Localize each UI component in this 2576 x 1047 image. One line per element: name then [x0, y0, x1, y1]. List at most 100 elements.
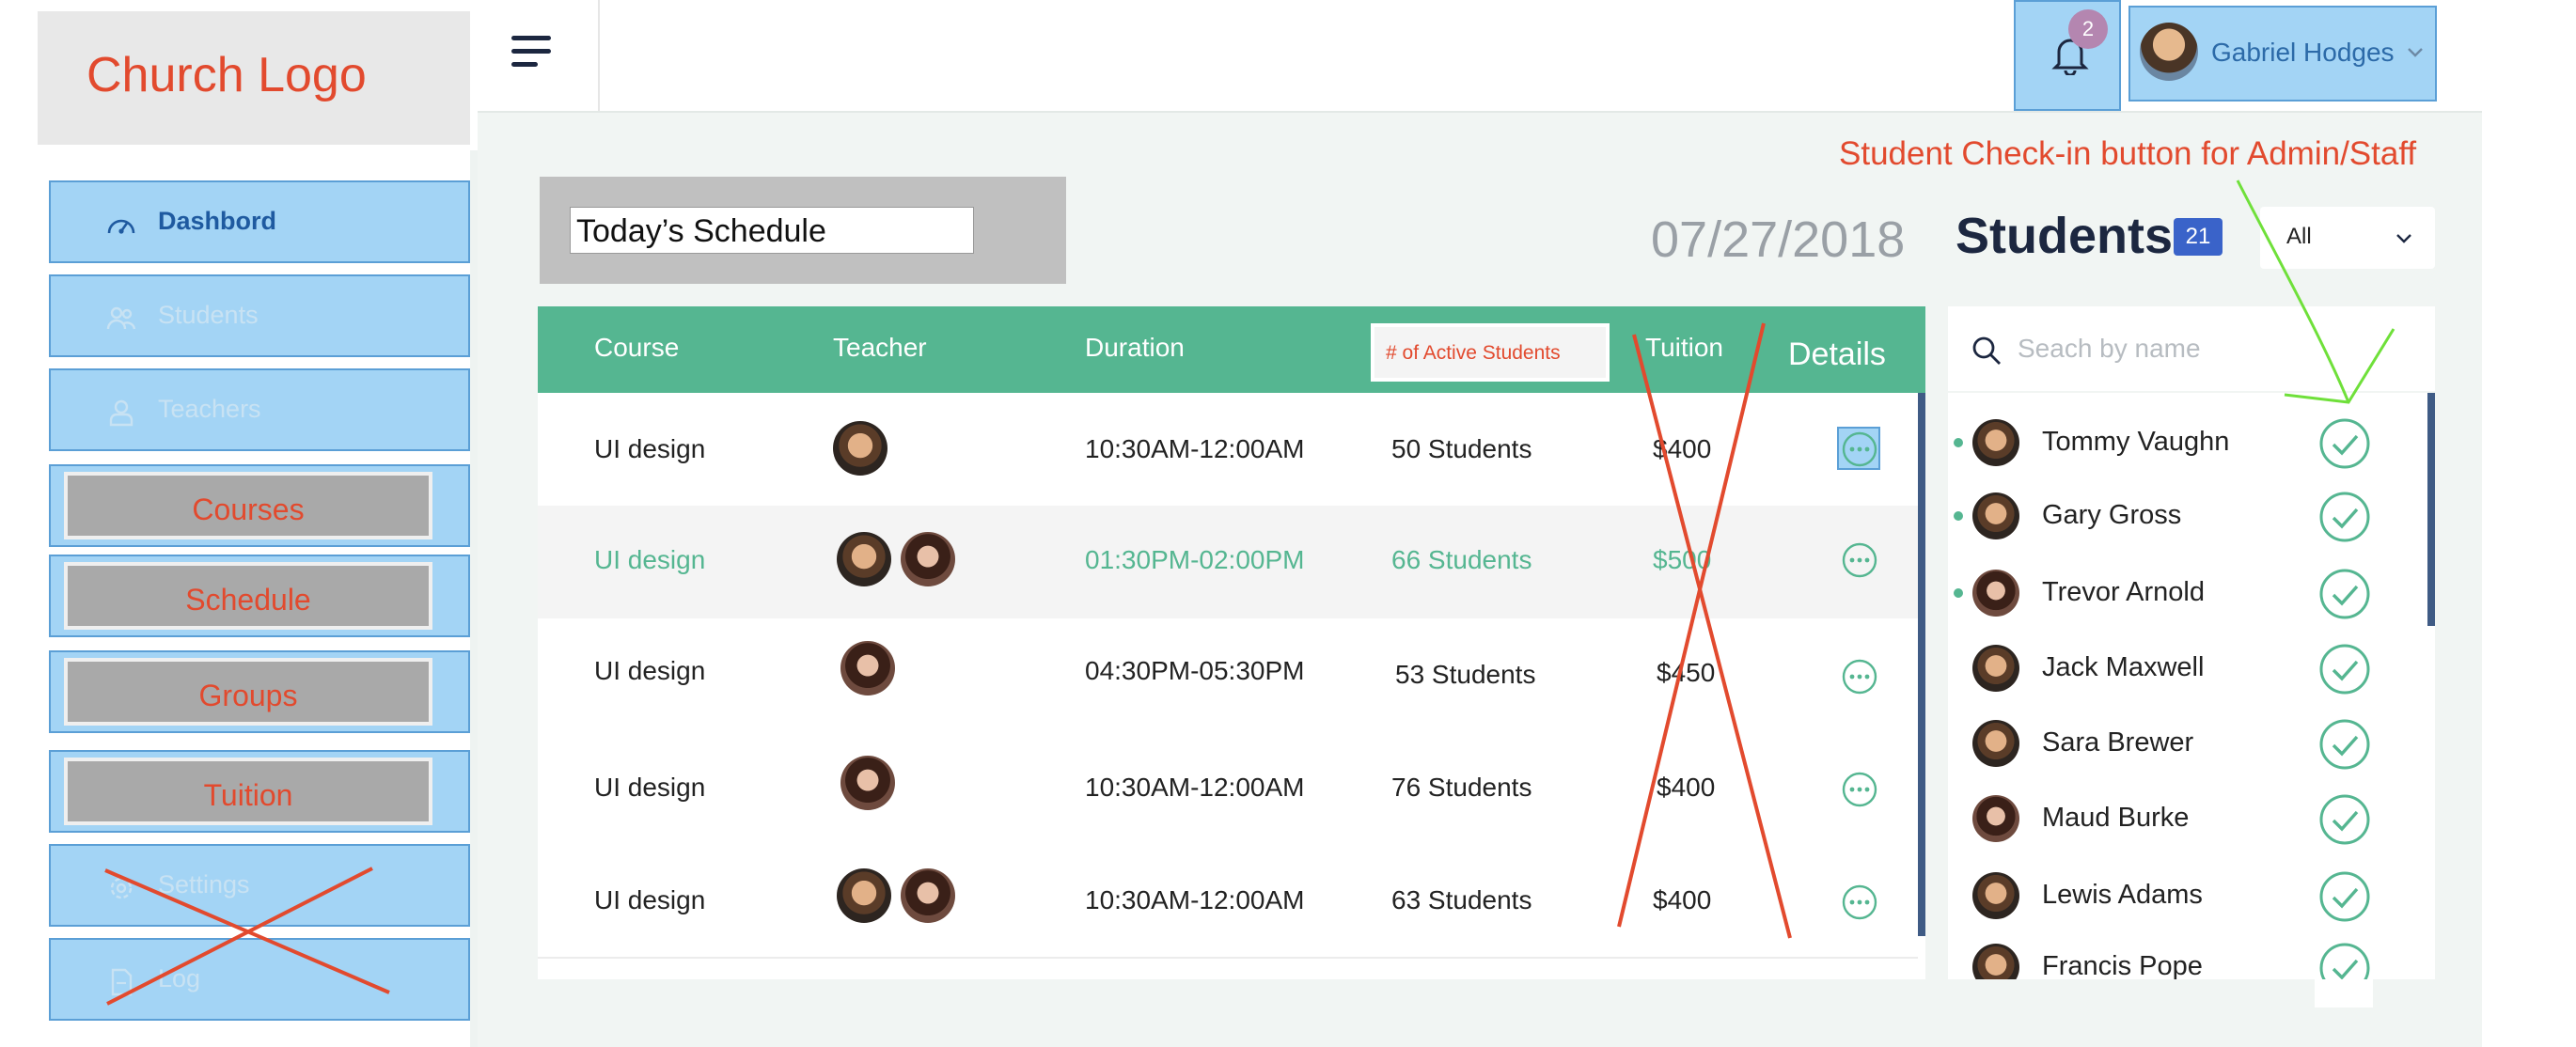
teacher-icon — [109, 399, 134, 427]
student-avatar — [1972, 720, 2019, 767]
sidebar-item-label: Courses — [192, 492, 305, 526]
students-cell: 50 Students — [1391, 434, 1532, 463]
checkin-button-icon[interactable] — [2318, 491, 2371, 543]
avatar — [2140, 23, 2198, 81]
course-cell: UI design — [594, 656, 706, 685]
checkin-button-icon[interactable] — [2318, 417, 2371, 470]
students-cell: 53 Students — [1395, 660, 1536, 689]
checkin-button-icon[interactable] — [2318, 643, 2371, 695]
students-cell: 76 Students — [1391, 773, 1532, 802]
table-scrollbar[interactable] — [1918, 393, 1925, 936]
student-avatar — [1972, 570, 2019, 617]
tuition-cell: $500 — [1653, 545, 1712, 574]
table-row[interactable]: UI design 01:30PM-02:00PM 66 Students $5… — [538, 506, 1918, 620]
duration-cell: 01:30PM-02:00PM — [1085, 545, 1305, 574]
schedule-title-field: Today’s Schedule — [570, 207, 974, 254]
table-header: Course Teacher Duration Tuition — [538, 306, 1925, 393]
sidebar-item-teachers[interactable]: Teachers — [49, 368, 470, 451]
table-row[interactable]: UI design 04:30PM-05:30PM 53 Students $4… — [538, 618, 1918, 733]
filter-value: All — [2286, 224, 2312, 249]
more-icon[interactable] — [1841, 430, 1878, 468]
sidebar-item-tuition[interactable]: Tuition — [49, 750, 470, 833]
table-row[interactable]: UI design 10:30AM-12:00AM 50 Students $4… — [538, 393, 1918, 508]
student-list-scrollbar[interactable] — [2427, 393, 2435, 626]
duration-cell: 10:30AM-12:00AM — [1085, 885, 1305, 914]
checkin-button-icon[interactable] — [2318, 942, 2371, 979]
student-name: Francis Pope — [2042, 951, 2203, 979]
notifications-button[interactable] — [2014, 0, 2121, 111]
teacher-avatar — [833, 421, 887, 476]
tuition-cell: $400 — [1653, 885, 1712, 914]
topbar-border — [478, 111, 2482, 113]
sidebar-item-label: Dashbord — [158, 207, 277, 235]
sidebar-item-groups[interactable]: Groups — [49, 650, 470, 733]
chevron-down-icon — [2396, 234, 2411, 243]
checkin-annotation-note: Student Check-in button for Admin/Staff — [1839, 135, 2417, 172]
sidebar-item-log[interactable]: Log — [49, 938, 470, 1021]
student-name: Trevor Arnold — [2042, 577, 2205, 607]
sidebar-item-label: Tuition — [203, 778, 293, 812]
sidebar-item-schedule[interactable]: Schedule — [49, 555, 470, 637]
checkin-button-icon[interactable] — [2318, 793, 2371, 846]
more-icon[interactable] — [1841, 883, 1878, 921]
sidebar-item-label: Settings — [158, 870, 250, 899]
more-icon[interactable] — [1841, 658, 1878, 695]
student-avatar — [1972, 419, 2019, 466]
student-avatar — [1972, 795, 2019, 842]
search-input[interactable] — [2018, 325, 2300, 372]
list-item: Trevor Arnold — [1948, 555, 2418, 630]
tuition-cell: $400 — [1653, 434, 1712, 463]
students-cell: 66 Students — [1391, 545, 1532, 574]
checkin-button-icon[interactable] — [2318, 718, 2371, 771]
tuition-cell: $450 — [1657, 658, 1716, 687]
gauge-icon — [107, 219, 135, 234]
notification-count-badge: 2 — [2068, 9, 2108, 49]
student-avatar — [1972, 872, 2019, 919]
teacher-avatar — [901, 532, 955, 586]
course-cell: UI design — [594, 545, 706, 574]
sidebar-rail — [470, 150, 478, 1047]
online-indicator — [1954, 511, 1963, 521]
teacher-avatar — [837, 868, 891, 923]
teacher-avatar — [840, 641, 895, 695]
teacher-avatar — [840, 756, 895, 810]
more-icon[interactable] — [1841, 771, 1878, 808]
student-avatar — [1972, 944, 2019, 979]
checkin-button-icon[interactable] — [2318, 870, 2371, 923]
table-row[interactable]: UI design 10:30AM-12:00AM 76 Students $4… — [538, 731, 1918, 846]
list-item: Maud Burke — [1948, 780, 2418, 855]
user-name: Gabriel Hodges — [2211, 38, 2395, 67]
student-name: Lewis Adams — [2042, 880, 2203, 910]
sidebar-item-students[interactable]: Students — [49, 274, 470, 357]
course-cell: UI design — [594, 885, 706, 914]
course-cell: UI design — [594, 773, 706, 802]
sidebar-item-settings[interactable]: Settings — [49, 844, 470, 927]
duration-cell: 10:30AM-12:00AM — [1085, 773, 1305, 802]
chevron-down-icon[interactable] — [2405, 41, 2426, 62]
search-icon — [1972, 336, 2001, 365]
duration-cell: 04:30PM-05:30PM — [1085, 656, 1305, 685]
checkin-column-tail — [2315, 979, 2373, 1008]
hamburger-icon[interactable] — [511, 34, 553, 70]
column-header-duration: Duration — [1085, 333, 1185, 362]
more-icon[interactable] — [1841, 541, 1878, 579]
list-item: Sara Brewer — [1948, 705, 2418, 780]
table-row[interactable]: UI design 10:30AM-12:00AM 63 Students $4… — [538, 844, 1918, 959]
sidebar-item-label: Groups — [198, 679, 298, 712]
sidebar-item-courses[interactable]: Courses — [49, 464, 470, 547]
column-header-details: Details — [1788, 336, 1886, 372]
sidebar-item-label: Students — [158, 301, 259, 329]
student-name: Jack Maxwell — [2042, 652, 2205, 682]
student-name: Gary Gross — [2042, 500, 2182, 530]
sidebar-item-dashboard[interactable]: Dashbord — [49, 180, 470, 263]
teacher-avatar — [901, 868, 955, 923]
student-name: Tommy Vaughn — [2042, 427, 2230, 457]
column-header-teacher: Teacher — [833, 333, 927, 362]
online-indicator — [1954, 588, 1963, 598]
checkin-button-icon[interactable] — [2318, 568, 2371, 620]
online-indicator — [1954, 438, 1963, 447]
list-item: Tommy Vaughn — [1948, 404, 2418, 479]
schedule-date: 07/27/2018 — [1651, 211, 1906, 268]
list-item: Jack Maxwell — [1948, 630, 2418, 705]
church-logo: Church Logo — [86, 48, 367, 102]
